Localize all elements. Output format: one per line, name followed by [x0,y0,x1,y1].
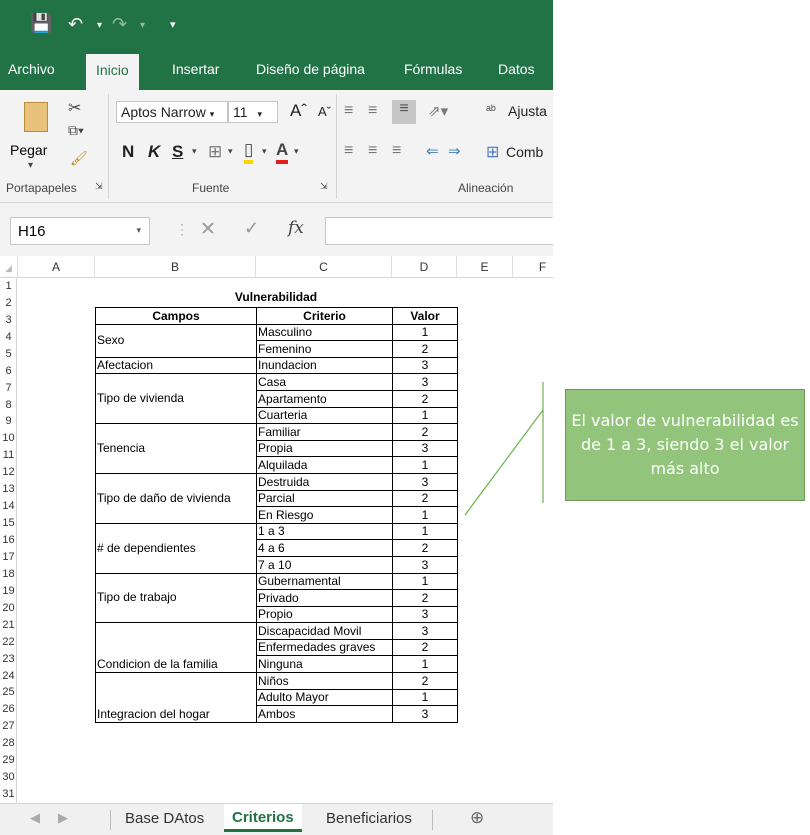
callout-note: El valor de vulnerabilidad es de 1 a 3, … [565,389,805,501]
callout-text: El valor de vulnerabilidad es de 1 a 3, … [571,411,799,478]
callout-diagonal-line [464,409,544,516]
